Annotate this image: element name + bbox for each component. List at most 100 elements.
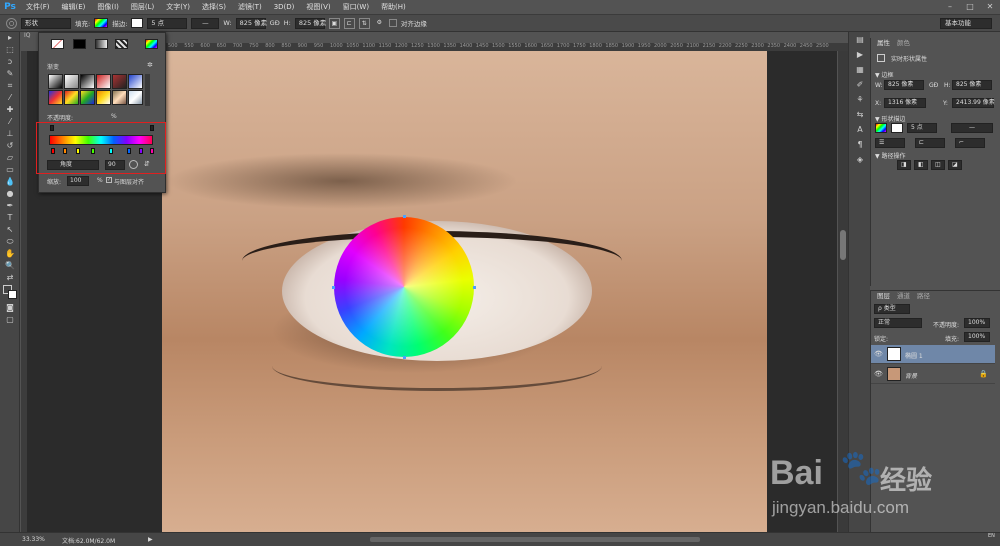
- gradient-ellipse-shape[interactable]: [334, 217, 474, 357]
- stroke-align-select[interactable]: ☰: [875, 138, 905, 148]
- visibility-eye-icon[interactable]: 👁: [874, 370, 883, 378]
- gradient-preset[interactable]: [128, 74, 143, 89]
- blend-mode-select[interactable]: 正常: [874, 318, 922, 328]
- adjust-icon[interactable]: ⇆: [849, 107, 871, 122]
- stroke-swatch[interactable]: [131, 18, 144, 28]
- background-color-swatch[interactable]: [8, 290, 17, 299]
- tab-color[interactable]: 颜色: [893, 38, 914, 48]
- path-subtract-button[interactable]: ◧: [914, 160, 928, 170]
- play-action-icon[interactable]: ▶: [849, 47, 871, 62]
- menu-filter[interactable]: 滤镜(T): [232, 2, 268, 12]
- color-picker-button[interactable]: [145, 39, 158, 49]
- gradient-preset[interactable]: [80, 90, 95, 105]
- path-ops-section-label[interactable]: ▼ 路径操作: [875, 151, 906, 160]
- character-icon[interactable]: A: [849, 122, 871, 137]
- layer-row-background[interactable]: 👁 背景 🔒: [871, 365, 995, 384]
- gradient-preset[interactable]: [64, 90, 79, 105]
- gradient-preset[interactable]: [80, 74, 95, 89]
- gradient-preset[interactable]: [128, 90, 143, 105]
- history-brush-tool-icon[interactable]: ↺: [0, 140, 20, 152]
- menu-layer[interactable]: 图层(L): [125, 2, 160, 12]
- document-size-info[interactable]: 文档:62.0M/62.0M: [62, 536, 115, 545]
- solid-color-button[interactable]: [73, 39, 86, 49]
- layer-name[interactable]: 背景: [905, 371, 917, 380]
- eraser-tool-icon[interactable]: ▱: [0, 152, 20, 164]
- pen-tool-icon[interactable]: ✒: [0, 200, 20, 212]
- anchor-point-left[interactable]: [332, 286, 335, 289]
- gradient-preset[interactable]: [64, 74, 79, 89]
- gradient-type-button[interactable]: [95, 39, 108, 49]
- menu-window[interactable]: 窗口(W): [337, 2, 375, 12]
- link-icon[interactable]: GĐ: [270, 19, 280, 27]
- type-tool-icon[interactable]: T: [0, 212, 20, 224]
- quick-mask-icon[interactable]: ◙: [0, 302, 20, 314]
- tab-channels[interactable]: 通道: [893, 291, 914, 301]
- blur-tool-icon[interactable]: 💧: [0, 176, 20, 188]
- stroke-corner-select[interactable]: ⌐: [955, 138, 985, 148]
- gradient-preset[interactable]: [96, 74, 111, 89]
- swap-colors-icon[interactable]: ⇄: [0, 272, 20, 284]
- shape-stroke-type-select[interactable]: —: [951, 123, 993, 133]
- gradient-preset[interactable]: [96, 90, 111, 105]
- align-edges-checkbox[interactable]: [388, 19, 397, 27]
- path-exclude-button[interactable]: ◪: [948, 160, 962, 170]
- marquee-tool-icon[interactable]: ⬚: [0, 44, 20, 56]
- history-icon[interactable]: ▤: [849, 32, 871, 47]
- menu-edit[interactable]: 编辑(E): [56, 2, 92, 12]
- menu-3d[interactable]: 3D(D): [268, 3, 301, 11]
- layer-opacity-field[interactable]: 100%: [964, 318, 990, 328]
- paragraph-icon[interactable]: ¶: [849, 137, 871, 152]
- screen-mode-icon[interactable]: ▢: [0, 314, 20, 326]
- h-field[interactable]: 825 像素: [952, 80, 992, 90]
- workspace-select[interactable]: 基本功能: [940, 18, 992, 29]
- stamp-tool-icon[interactable]: ⊥: [0, 128, 20, 140]
- hand-tool-icon[interactable]: ✋: [0, 248, 20, 260]
- appearance-section-label[interactable]: ▼ 形状描边: [875, 114, 906, 123]
- layer-row-ellipse[interactable]: 👁 椭圆 1: [871, 345, 995, 364]
- pattern-type-button[interactable]: [115, 39, 128, 49]
- gradient-preset[interactable]: [48, 90, 63, 105]
- path-align-icon[interactable]: ⊏: [343, 17, 355, 29]
- fill-swatch[interactable]: [94, 18, 109, 28]
- menu-select[interactable]: 选择(S): [196, 2, 232, 12]
- height-field[interactable]: 825 像素: [294, 17, 326, 29]
- link-icon[interactable]: GĐ: [929, 82, 938, 89]
- color-swatches[interactable]: [0, 284, 20, 302]
- y-field[interactable]: 2413.99 像素: [952, 98, 995, 108]
- ellipse-tool-icon[interactable]: ○: [6, 17, 17, 29]
- anchor-point-right[interactable]: [473, 286, 476, 289]
- status-menu-arrow[interactable]: ▶: [148, 536, 153, 543]
- width-field[interactable]: 825 像素: [235, 17, 267, 29]
- maximize-button[interactable]: □: [960, 0, 980, 14]
- zoom-tool-icon[interactable]: 🔍: [0, 260, 20, 272]
- shape-stroke-swatch[interactable]: [891, 123, 903, 133]
- layer-name[interactable]: 椭圆 1: [905, 351, 923, 360]
- no-color-button[interactable]: [51, 39, 64, 49]
- brush-preset-icon[interactable]: ✐: [849, 77, 871, 92]
- dodge-tool-icon[interactable]: ●: [0, 188, 20, 200]
- gear-icon[interactable]: ✲: [147, 61, 153, 69]
- x-field[interactable]: 1316 像素: [884, 98, 926, 108]
- gradient-preset[interactable]: [48, 74, 63, 89]
- eyedropper-tool-icon[interactable]: ⁄: [0, 92, 20, 104]
- shape-mode-select[interactable]: 形状: [21, 17, 71, 29]
- path-intersect-button[interactable]: ◫: [931, 160, 945, 170]
- layer-fill-field[interactable]: 100%: [964, 332, 990, 342]
- zoom-level[interactable]: 33.33%: [22, 536, 45, 543]
- healing-tool-icon[interactable]: ✚: [0, 104, 20, 116]
- menu-image[interactable]: 图像(I): [91, 2, 125, 12]
- ellipse-shape-tool-icon[interactable]: ⬭: [0, 236, 20, 248]
- lasso-tool-icon[interactable]: ↄ: [0, 56, 20, 68]
- path-combine-button[interactable]: ◨: [897, 160, 911, 170]
- shape-stroke-size-field[interactable]: 5 点: [907, 123, 937, 133]
- layer-filter-select[interactable]: ρ 类型: [874, 304, 910, 314]
- quick-select-tool-icon[interactable]: ✎: [0, 68, 20, 80]
- 3d-icon[interactable]: ◈: [849, 152, 871, 167]
- gradient-preset[interactable]: [112, 90, 127, 105]
- tab-layers[interactable]: 图层: [873, 291, 894, 301]
- path-select-tool-icon[interactable]: ↖: [0, 224, 20, 236]
- close-button[interactable]: ✕: [980, 0, 1000, 14]
- brush-tool-icon[interactable]: ⁄: [0, 116, 20, 128]
- tab-properties[interactable]: 属性: [873, 38, 894, 48]
- shape-fill-swatch[interactable]: [875, 123, 887, 133]
